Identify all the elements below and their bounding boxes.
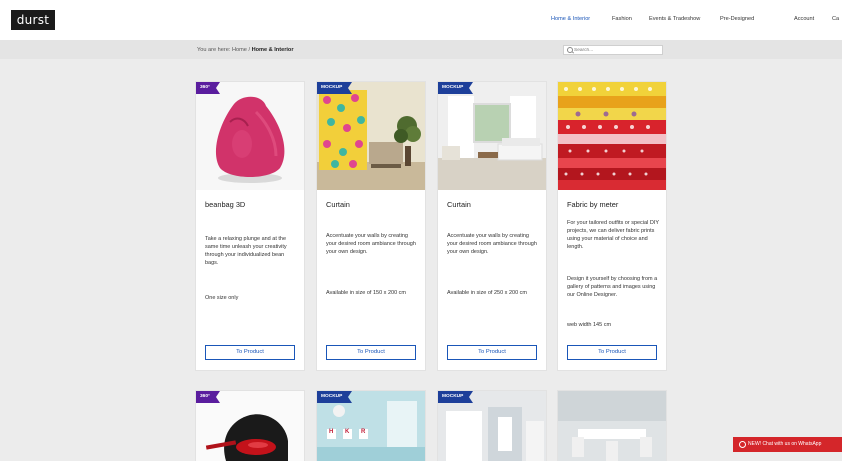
breadcrumb: You are here: Home / Home & Interior [197,47,294,53]
product-card-row2-1[interactable]: 360° [196,391,304,461]
badge-mockup: MOCKUP [317,391,353,403]
product-size: Available in size of 150 x 200 cm [326,290,406,296]
to-product-button[interactable]: To Product [447,345,537,360]
product-design-note: Design it yourself by choosing from a ga… [567,276,658,298]
nav-cart[interactable]: Ca [832,16,839,22]
dining-room-image [558,391,666,461]
top-navigation-bar: durst Home & Interior Fashion Events & T… [0,0,842,41]
search-box[interactable] [563,45,663,55]
beanbag-image[interactable] [196,82,304,190]
fabric-stack-image[interactable] [558,82,666,190]
whatsapp-icon [739,441,746,448]
to-product-button[interactable]: To Product [205,345,295,360]
product-card-beanbag[interactable]: 360° beanbag 3D Take a relaxing plunge a… [196,82,304,370]
product-description: Accentuate your walls by creating your d… [447,233,537,255]
product-description: For your tailored outfits or special DIY… [567,220,659,250]
nav-fashion[interactable]: Fashion [612,16,632,22]
breadcrumb-prefix: You are here: [197,47,231,53]
product-title[interactable]: Fabric by meter [567,200,618,209]
breadcrumb-separator: / [248,47,250,53]
product-size: Available in size of 250 x 200 cm [447,290,527,296]
breadcrumb-home[interactable]: Home [232,47,247,53]
product-title[interactable]: beanbag 3D [205,200,245,209]
badge-mockup: MOCKUP [317,82,353,94]
product-card-fabric-by-meter[interactable]: Fabric by meter For your tailored outfit… [558,82,666,370]
wall-letter: K [345,429,350,435]
badge-mockup: MOCKUP [438,391,474,403]
product-title[interactable]: Curtain [447,200,471,209]
nav-home-interior[interactable]: Home & Interior [551,16,590,22]
nav-events-tradeshow[interactable]: Events & Tradeshow [649,16,700,22]
breadcrumb-bar [0,41,842,59]
product-size: One size only [205,295,239,301]
product-card-curtain-250[interactable]: MOCKUP Curtain Accentuate your walls by … [438,82,546,370]
whatsapp-chat-button[interactable]: NEW! Chat with us on WhatsApp [733,437,842,452]
durst-logo[interactable]: durst [11,10,55,30]
product-card-row2-2[interactable]: H K R MOCKUP [317,391,425,461]
living-room-image[interactable] [438,82,546,190]
badge-mockup: MOCKUP [438,82,474,94]
product-card-row2-3[interactable]: MOCKUP [438,391,546,461]
product-title[interactable]: Curtain [326,200,350,209]
to-product-button[interactable]: To Product [567,345,657,360]
wall-letter: H [329,429,334,435]
breadcrumb-current: Home & Interior [251,47,294,53]
search-icon [567,47,573,53]
badge-360: 360° [196,391,220,403]
whatsapp-chat-label: NEW! Chat with us on WhatsApp [748,441,822,447]
product-description: Accentuate your walls by creating your d… [326,233,416,255]
to-product-button[interactable]: To Product [326,345,416,360]
badge-360: 360° [196,82,220,94]
nav-pre-designed[interactable]: Pre-Designed [720,16,754,22]
wall-letter: R [361,429,366,435]
product-card-row2-4[interactable] [558,391,666,461]
product-card-curtain-150[interactable]: MOCKUP Curtain Accentuate your walls by … [317,82,425,370]
product-description: Take a relaxing plunge and at the same t… [205,236,287,266]
search-input[interactable] [574,46,659,54]
curtain-room-image[interactable] [317,82,425,190]
nav-account[interactable]: Account [794,16,814,22]
product-web-width: web width 145 cm [567,322,612,328]
